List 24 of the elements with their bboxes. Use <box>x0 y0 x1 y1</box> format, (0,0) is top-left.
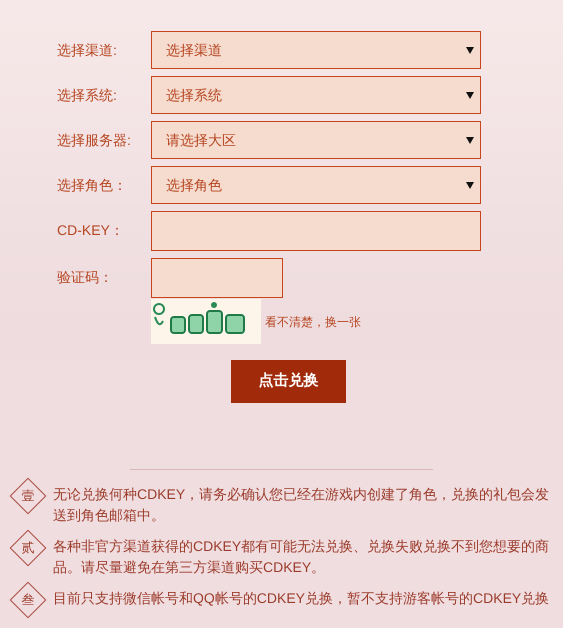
caret-icon <box>466 92 474 98</box>
field-label: CD-KEY： <box>56 221 125 240</box>
redeem-button[interactable]: 点击兑换 <box>231 360 346 403</box>
field-label: 选择渠道: <box>56 41 118 60</box>
dropdown[interactable]: 选择角色 <box>151 166 481 204</box>
number-badge: 壹 <box>10 478 46 514</box>
field-label: 选择角色： <box>56 176 128 195</box>
field-label: 选择系统: <box>56 86 118 105</box>
dropdown[interactable]: 选择系统 <box>151 76 481 114</box>
note-text: 目前只支持微信帐号和QQ帐号的CDKEY兑换，暂不支持游客帐号的CDKEY兑换 <box>53 589 550 608</box>
refresh-link[interactable]: 看不清楚，换一张 <box>265 312 361 330</box>
cdkey-field[interactable] <box>151 211 481 251</box>
dropdown[interactable]: 选择渠道 <box>151 31 481 69</box>
caret-icon <box>466 182 474 188</box>
dropdown[interactable]: 请选择大区 <box>151 121 481 159</box>
caret-icon <box>466 46 474 54</box>
number-badge: 贰 <box>10 530 46 566</box>
note-text: 各种非官方渠道获得的CDKEY都有可能无法兑换、兑换失败兑换不到您想要的商品。请尽量避免在第三方渠道购买CDKEY。 <box>53 537 550 577</box>
note-text: 无论兑换何种CDKEY，请务必确认您已经在游戏内创建了角色，兑换的礼包会发送到角色邮箱中。 <box>53 485 550 525</box>
field-label: 验证码： <box>56 268 114 287</box>
field-label: 选择服务器: <box>56 131 132 150</box>
caret-icon <box>466 136 474 144</box>
captcha-field[interactable] <box>151 258 283 298</box>
number-badge: 叁 <box>10 582 46 618</box>
